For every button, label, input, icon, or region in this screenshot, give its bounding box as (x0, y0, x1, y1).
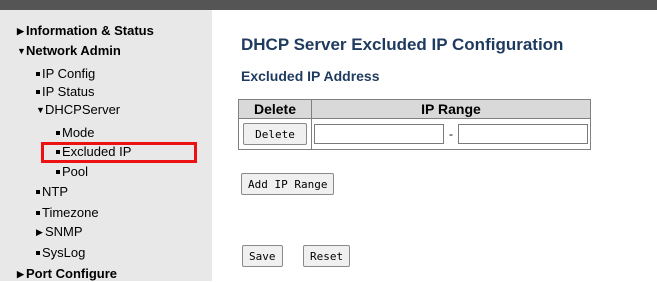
ip-range-end-input[interactable] (458, 124, 588, 144)
sidebar-item-dhcp-server[interactable]: ▼DHCPServer (36, 102, 120, 118)
sidebar-item-label: Network Admin (26, 43, 121, 58)
sidebar-item-label: Information & Status (26, 23, 154, 38)
bullet-icon (56, 170, 60, 174)
sidebar-item-ip-config[interactable]: IP Config (36, 66, 95, 81)
reset-button[interactable]: Reset (303, 245, 351, 267)
excluded-ip-table: Delete IP Range Delete - (238, 99, 591, 150)
sidebar-item-label: Timezone (42, 205, 99, 220)
table-row: Delete - (238, 118, 591, 150)
top-bar (0, 0, 657, 10)
sidebar-item-mode[interactable]: Mode (56, 125, 95, 140)
bullet-icon (36, 251, 40, 255)
sidebar-item-label: SysLog (42, 245, 86, 260)
sidebar-item-ntp[interactable]: NTP (36, 184, 68, 199)
section-title: Excluded IP Address (241, 68, 380, 84)
caret-right-icon: ▶ (17, 269, 24, 279)
caret-right-icon: ▶ (17, 26, 24, 36)
bullet-icon (36, 72, 40, 76)
sidebar-item-label: NTP (42, 184, 68, 199)
sidebar-item-label: Excluded IP (62, 144, 132, 159)
sidebar-item-information-status[interactable]: ▶ Information & Status (17, 23, 154, 39)
ip-range-group: - (312, 124, 590, 144)
bullet-icon (36, 211, 40, 215)
sidebar-item-label: SNMP (45, 224, 83, 239)
caret-right-icon: ▶ (36, 227, 43, 237)
sidebar-item-ip-status[interactable]: IP Status (36, 84, 95, 99)
table-header-row: Delete IP Range (238, 99, 591, 119)
page-title: DHCP Server Excluded IP Configuration (241, 35, 564, 54)
sidebar-item-label: Port Configure (26, 266, 117, 281)
sidebar-item-label: DHCPServer (45, 102, 121, 117)
bullet-icon (56, 150, 60, 154)
sidebar-item-label: Pool (62, 164, 89, 179)
sidebar-item-syslog[interactable]: SysLog (36, 245, 85, 260)
sidebar-item-label: Mode (62, 125, 95, 140)
delete-row-button[interactable]: Delete (243, 123, 307, 145)
add-ip-range-button[interactable]: Add IP Range (241, 173, 335, 195)
range-separator: - (449, 127, 453, 141)
sidebar-item-pool[interactable]: Pool (56, 164, 88, 179)
column-header-ip-range: IP Range (311, 99, 591, 119)
caret-down-icon: ▼ (17, 46, 26, 56)
sidebar-item-excluded-ip[interactable]: Excluded IP (56, 144, 131, 159)
sidebar-item-network-admin[interactable]: ▼Network Admin (17, 43, 121, 59)
ip-range-start-input[interactable] (314, 124, 444, 144)
bullet-icon (36, 90, 40, 94)
sidebar-item-label: IP Status (42, 84, 95, 99)
sidebar-item-port-configure[interactable]: ▶ Port Configure (17, 266, 117, 282)
sidebar-item-snmp[interactable]: ▶ SNMP (36, 224, 83, 240)
sidebar-item-timezone[interactable]: Timezone (36, 205, 99, 220)
delete-cell: Delete (238, 118, 312, 150)
bullet-icon (36, 190, 40, 194)
sidebar-item-label: IP Config (42, 66, 96, 81)
column-header-delete: Delete (238, 99, 312, 119)
ip-range-cell: - (311, 118, 591, 150)
save-button[interactable]: Save (242, 245, 283, 267)
bullet-icon (56, 131, 60, 135)
caret-down-icon: ▼ (36, 105, 45, 115)
